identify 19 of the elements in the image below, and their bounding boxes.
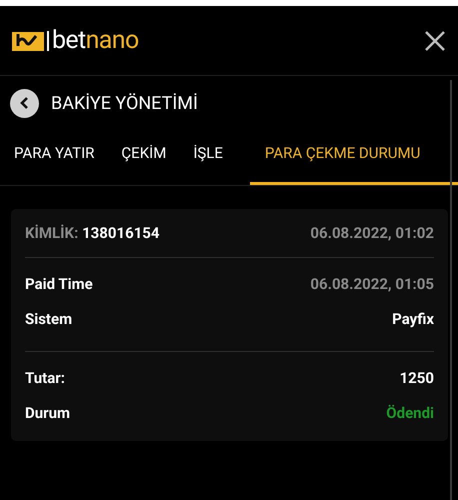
row-label: Paid Time — [25, 274, 93, 296]
tab[interactable]: PARA YATIR — [14, 139, 122, 185]
row-label: Sistem — [25, 309, 72, 330]
row-value: Ödendi — [386, 403, 434, 424]
row-value: 06.08.2022, 01:05 — [310, 274, 434, 296]
close-icon[interactable] — [424, 30, 446, 52]
page-title: BAKİYE YÖNETİMİ — [51, 92, 198, 116]
chevron-left-icon — [18, 96, 30, 110]
row-value: 1250 — [400, 368, 434, 390]
logo-icon — [12, 30, 44, 52]
row-label: Tutar: — [25, 368, 65, 390]
tab[interactable]: ÇEKİM — [121, 139, 194, 185]
row-label: Durum — [25, 403, 70, 424]
id-text: KİMLİK: 138016154 — [25, 222, 160, 244]
row-value: Payfix — [392, 309, 434, 330]
back-button[interactable] — [10, 88, 39, 118]
tab[interactable]: İŞLE — [193, 139, 250, 185]
brand-logo: betnano — [52, 28, 139, 53]
date-text: 06.08.2022, 01:02 — [310, 222, 434, 244]
